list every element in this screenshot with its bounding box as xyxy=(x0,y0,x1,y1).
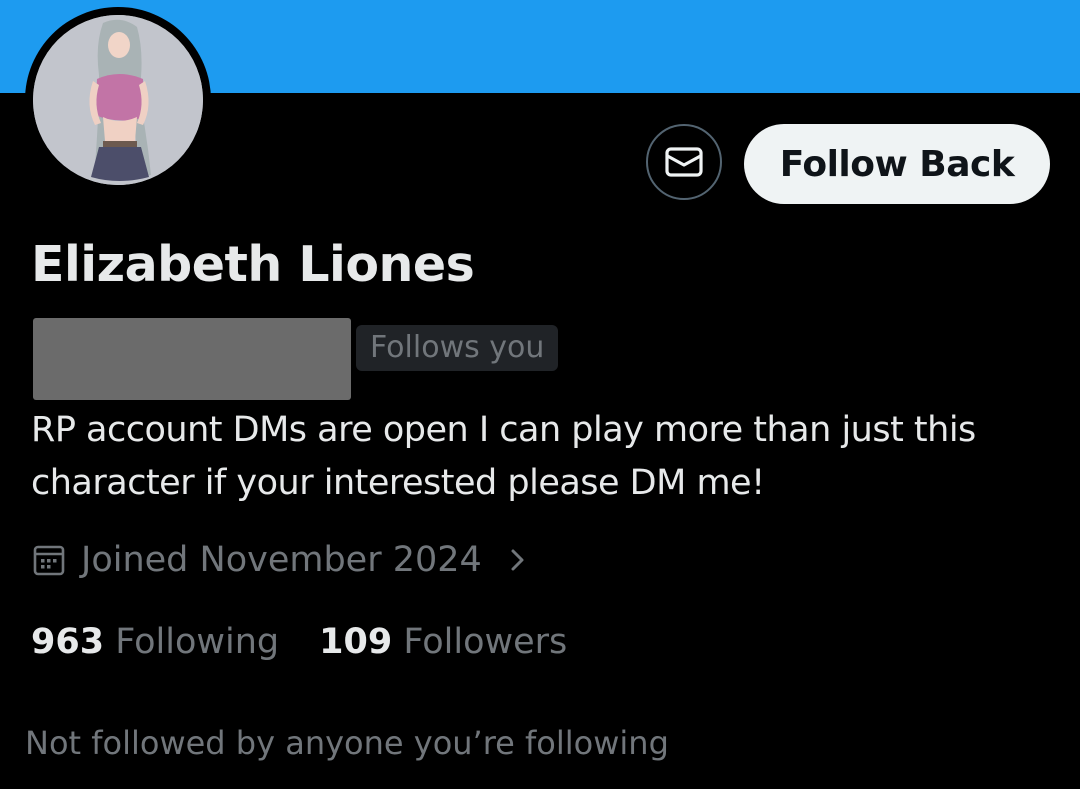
message-button[interactable] xyxy=(646,124,722,200)
joined-date-row[interactable]: Joined November 2024 xyxy=(33,540,528,580)
follow-stats: 963 Following 109 Followers xyxy=(31,622,607,662)
mail-icon xyxy=(665,147,703,177)
avatar-illustration xyxy=(33,15,203,185)
calendar-icon xyxy=(33,545,65,576)
following-count: 963 xyxy=(31,622,105,662)
followers-label: Followers xyxy=(403,622,568,662)
profile-page: Follow Back Elizabeth Liones Follows you… xyxy=(0,0,1080,789)
followers-count: 109 xyxy=(319,622,393,662)
following-link[interactable]: 963 Following xyxy=(31,622,279,662)
chevron-right-icon xyxy=(511,549,524,571)
profile-bio: RP account DMs are open I can play more … xyxy=(31,410,976,503)
follows-you-badge: Follows you xyxy=(356,325,559,371)
display-name: Elizabeth Liones xyxy=(31,236,475,293)
joined-date: Joined November 2024 xyxy=(81,540,482,580)
redacted-handle xyxy=(33,318,351,400)
follow-back-button[interactable]: Follow Back xyxy=(744,124,1050,204)
mutual-followers-note: Not followed by anyone you’re following xyxy=(25,724,669,762)
avatar[interactable] xyxy=(33,15,203,185)
followers-link[interactable]: 109 Followers xyxy=(319,622,567,662)
following-label: Following xyxy=(115,622,280,662)
